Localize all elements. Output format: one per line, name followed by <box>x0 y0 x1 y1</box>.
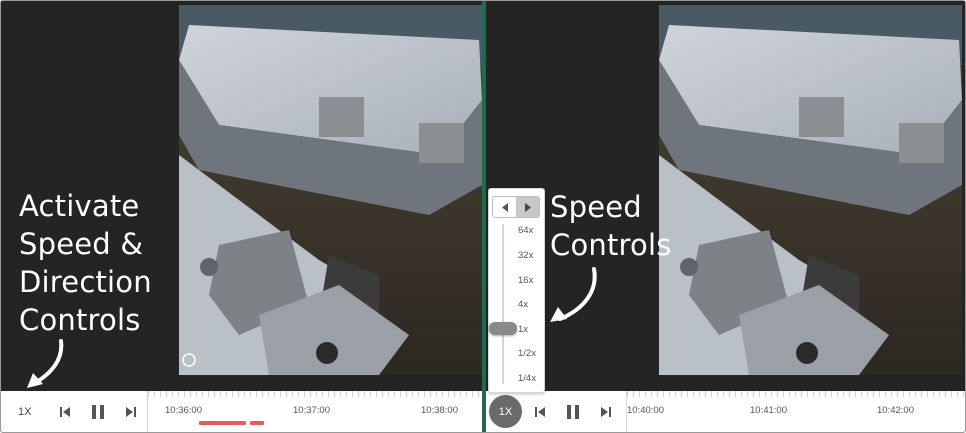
timeline-time-label: 10:36:00 <box>165 405 202 416</box>
arrow-icon <box>27 339 64 388</box>
speed-slider-track[interactable] <box>502 224 504 384</box>
timeline-scrubber[interactable]: 10:40:00 10:41:00 10:42:00 <box>627 391 965 432</box>
direction-toggle <box>492 196 540 218</box>
timeline-ticks <box>627 391 965 397</box>
speed-option[interactable]: 64x <box>518 225 533 236</box>
playback-controls: 1X <box>1 391 148 432</box>
timeline-time-label: 10:37:00 <box>293 405 330 416</box>
speed-toggle-button[interactable]: 1X <box>18 406 48 418</box>
speed-option[interactable]: 1/2x <box>518 348 536 359</box>
speed-option[interactable]: 1/4x <box>518 373 536 384</box>
activate-caption: Activate Speed & Direction Controls <box>19 187 152 339</box>
speed-option[interactable]: 32x <box>518 250 533 261</box>
timeline-time-label: 10:42:00 <box>877 405 914 416</box>
player-control-bar: 1X 10:40:00 10:41:00 10:42:00 <box>486 391 965 432</box>
triangle-right-icon <box>524 202 531 212</box>
caption-line: Direction <box>19 265 152 299</box>
recording-segment[interactable] <box>199 421 246 425</box>
forward-direction-button[interactable] <box>516 197 539 217</box>
speed-controls-caption: Speed Controls <box>550 188 672 264</box>
timeline-scrubber[interactable]: 10:36:00 10:37:00 10:38:00 <box>148 391 482 432</box>
speed-toggle-button[interactable]: 1X <box>489 395 522 428</box>
camera-video-feed <box>659 5 962 375</box>
skip-back-icon[interactable] <box>523 391 556 432</box>
caption-line: Controls <box>550 228 672 262</box>
timeline-time-label: 10:40:00 <box>627 405 664 416</box>
arrow-icon <box>550 267 597 322</box>
recording-segment[interactable] <box>250 421 264 425</box>
skip-back-icon[interactable] <box>48 391 81 432</box>
pause-icon[interactable] <box>556 391 589 432</box>
speed-control-popup: 64x 32x 16x 4x 1x 1/2x 1/4x <box>488 188 545 393</box>
screenshot-frame: Activate Speed & Direction Controls 1X 1… <box>0 0 966 433</box>
speed-slider-handle[interactable] <box>489 322 517 335</box>
player-control-bar: 1X 10:36:00 10:37:00 10:38:00 <box>1 391 482 432</box>
right-player-panel: Speed Controls 1X 10:40:00 10:41:00 10:4… <box>486 1 965 432</box>
triangle-left-icon <box>501 202 508 212</box>
speed-option[interactable]: 16x <box>518 275 533 286</box>
left-player-panel: Activate Speed & Direction Controls 1X 1… <box>1 1 482 432</box>
caption-line: Activate <box>19 189 140 223</box>
playback-controls: 1X <box>486 391 627 432</box>
speed-option[interactable]: 1x <box>518 324 528 335</box>
caption-line: Speed & <box>19 227 144 261</box>
skip-forward-icon[interactable] <box>589 391 622 432</box>
pause-icon[interactable] <box>81 391 114 432</box>
skip-forward-icon[interactable] <box>114 391 147 432</box>
timeline-time-label: 10:38:00 <box>421 405 458 416</box>
reverse-direction-button[interactable] <box>493 197 516 217</box>
caption-line: Controls <box>19 303 141 337</box>
speed-option[interactable]: 4x <box>518 299 528 310</box>
camera-video-feed <box>179 5 482 375</box>
timeline-time-label: 10:41:00 <box>750 405 787 416</box>
timeline-ticks <box>148 391 482 397</box>
caption-line: Speed <box>550 190 642 224</box>
